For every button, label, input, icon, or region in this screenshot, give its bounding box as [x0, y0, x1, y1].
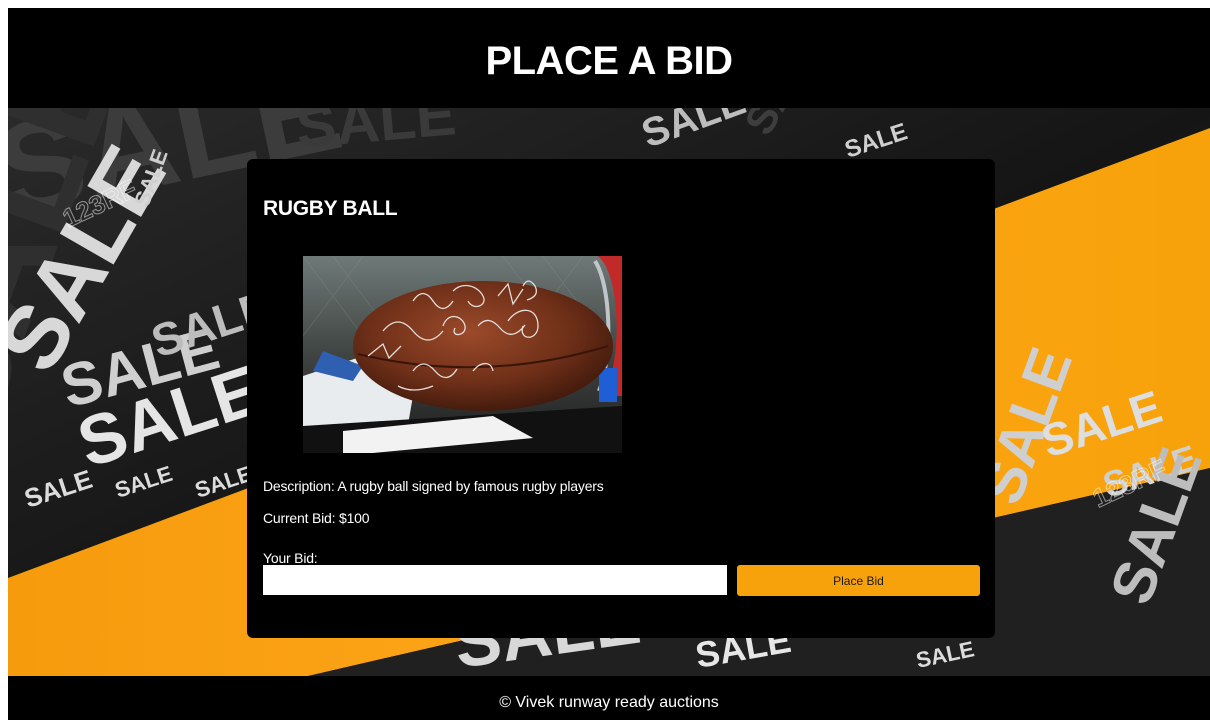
- page-title: PLACE A BID: [485, 38, 733, 83]
- bid-card: RUGBY BALL Description: A rugby ball sig…: [247, 159, 995, 638]
- page-header: PLACE A BID: [8, 8, 1210, 108]
- bid-amount-input[interactable]: [263, 565, 727, 595]
- your-bid-label: Your Bid:: [263, 550, 318, 566]
- rugby-ball-image: [303, 256, 622, 453]
- page-footer: © Vivek runway ready auctions: [8, 676, 1210, 720]
- item-title: RUGBY BALL: [263, 197, 398, 220]
- current-bid: Current Bid: $100: [263, 510, 370, 526]
- place-bid-button[interactable]: Place Bid: [737, 565, 980, 596]
- page: PLACE A BID SALE SALE SALE SALE SALE SAL…: [8, 8, 1210, 720]
- item-description: Description: A rugby ball signed by famo…: [263, 478, 604, 494]
- copyright-text: © Vivek runway ready auctions: [499, 694, 719, 711]
- product-image: [303, 256, 622, 453]
